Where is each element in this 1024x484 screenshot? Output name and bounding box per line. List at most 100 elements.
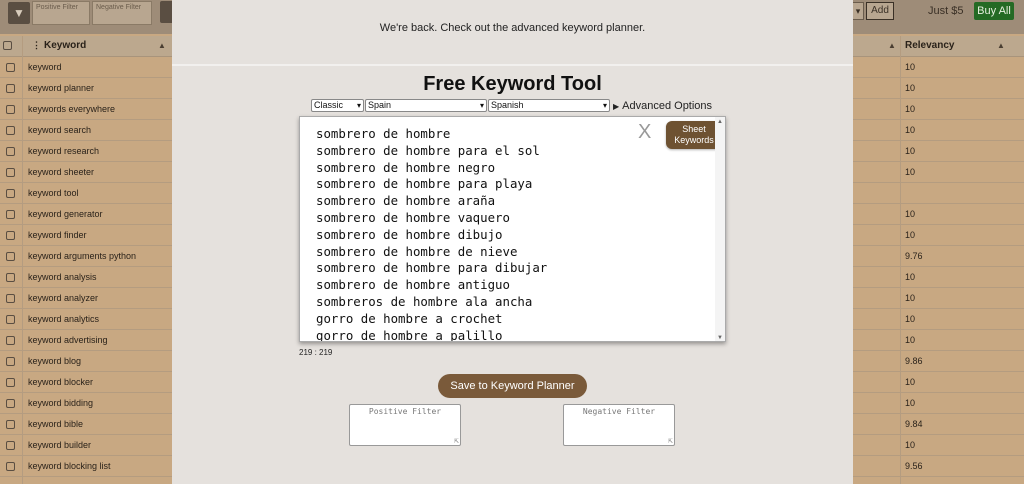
positive-filter-input[interactable]: Positive Filter ⇱ xyxy=(349,404,461,446)
triangle-right-icon: ▶ xyxy=(613,102,620,111)
relevancy-cell: 10 xyxy=(905,314,916,324)
scrollbar[interactable]: ▲ ▼ xyxy=(715,117,725,341)
row-checkbox[interactable] xyxy=(6,63,15,72)
keyword-cell[interactable]: keyword xyxy=(28,62,62,72)
keywords-textarea[interactable]: sombrero de hombre sombrero de hombre par… xyxy=(299,116,726,342)
row-checkbox[interactable] xyxy=(6,378,15,387)
announcement-banner: We're back. Check out the advanced keywo… xyxy=(172,0,853,66)
keyword-line: sombrero de hombre para playa xyxy=(316,176,533,192)
column-header-keyword[interactable]: ⋮ Keyword xyxy=(32,40,86,51)
keyword-cell[interactable]: keyword builder xyxy=(28,440,91,450)
language-select[interactable]: Spanish ▾ xyxy=(488,99,610,112)
relevancy-cell: 10 xyxy=(905,335,916,345)
row-checkbox[interactable] xyxy=(6,294,15,303)
row-checkbox[interactable] xyxy=(6,273,15,282)
scroll-down-icon[interactable]: ▼ xyxy=(717,335,723,341)
chevron-down-icon: ▾ xyxy=(356,101,361,110)
keyword-cell[interactable]: keyword advertising xyxy=(28,335,108,345)
resize-grip-icon[interactable]: ⇱ xyxy=(454,436,459,445)
sort-up-icon[interactable]: ▲ xyxy=(997,41,1005,50)
mode-select-value: Classic xyxy=(314,100,344,110)
keyword-cell[interactable]: keyword blocker xyxy=(28,377,93,387)
sheet-keywords-label-2: Keywords xyxy=(674,135,714,145)
row-checkbox[interactable] xyxy=(6,462,15,471)
row-checkbox[interactable] xyxy=(6,399,15,408)
row-checkbox[interactable] xyxy=(6,189,15,198)
keyword-line: sombrero de hombre negro xyxy=(316,159,496,175)
bg-positive-filter[interactable]: Positive Filter xyxy=(32,1,90,25)
row-checkbox[interactable] xyxy=(6,315,15,324)
relevancy-cell: 10 xyxy=(905,104,916,114)
chevron-down-icon: ▾ xyxy=(602,101,607,110)
relevancy-cell: 10 xyxy=(905,146,916,156)
row-checkbox[interactable] xyxy=(6,252,15,261)
buy-all-button[interactable]: Buy All xyxy=(974,2,1014,20)
close-icon[interactable]: X xyxy=(638,121,651,144)
sheet-keywords-button[interactable]: Sheet Keywords xyxy=(666,121,722,149)
mode-select[interactable]: Classic ▾ xyxy=(311,99,364,112)
bg-chevron-down-icon[interactable]: ▾ xyxy=(852,2,864,20)
row-checkbox[interactable] xyxy=(6,126,15,135)
relevancy-cell: 9.56 xyxy=(905,461,923,471)
sort-up-icon[interactable]: ▲ xyxy=(158,41,166,50)
price-label: Just $5 xyxy=(928,5,964,17)
relevancy-cell: 10 xyxy=(905,167,916,177)
keyword-line: sombrero de hombre dibujo xyxy=(316,226,503,242)
relevancy-cell: 9.84 xyxy=(905,419,923,429)
keyword-cell[interactable]: keyword bidding xyxy=(28,398,93,408)
drag-handle-icon[interactable]: ⋮ xyxy=(32,40,41,50)
relevancy-cell: 10 xyxy=(905,83,916,93)
keyword-tool-modal: We're back. Check out the advanced keywo… xyxy=(172,0,853,484)
scroll-up-icon[interactable]: ▲ xyxy=(717,119,723,125)
keyword-cell[interactable]: keyword tool xyxy=(28,188,79,198)
language-select-value: Spanish xyxy=(491,100,524,110)
keyword-cell[interactable]: keyword search xyxy=(28,125,91,135)
relevancy-cell: 10 xyxy=(905,293,916,303)
negative-filter-placeholder: Negative Filter xyxy=(582,407,656,416)
keyword-line: sombrero de hombre antiguo xyxy=(316,277,510,293)
sort-up-icon[interactable]: ▲ xyxy=(888,41,896,50)
advanced-options-toggle[interactable]: ▶ Advanced Options xyxy=(613,100,712,112)
keyword-cell[interactable]: keyword planner xyxy=(28,83,94,93)
keyword-counter: 219 : 219 xyxy=(299,348,333,357)
row-checkbox[interactable] xyxy=(6,231,15,240)
advanced-options-label: Advanced Options xyxy=(622,100,713,112)
row-checkbox[interactable] xyxy=(6,357,15,366)
column-header-relevancy[interactable]: Relevancy xyxy=(905,40,954,51)
save-to-keyword-planner-button[interactable]: Save to Keyword Planner xyxy=(438,374,587,398)
relevancy-cell: 10 xyxy=(905,62,916,72)
keyword-line: sombrero de hombre vaquero xyxy=(316,209,510,225)
country-select[interactable]: Spain ▾ xyxy=(365,99,487,112)
banner-text[interactable]: We're back. Check out the advanced keywo… xyxy=(172,22,853,34)
keyword-cell[interactable]: keywords everywhere xyxy=(28,104,115,114)
keyword-cell[interactable]: keyword analytics xyxy=(28,314,99,324)
keyword-cell[interactable]: keyword blocking list xyxy=(28,461,111,471)
keyword-cell[interactable]: keyword analysis xyxy=(28,272,97,282)
keyword-cell[interactable]: keyword analyzer xyxy=(28,293,98,303)
keyword-cell[interactable]: keyword research xyxy=(28,146,99,156)
row-checkbox[interactable] xyxy=(6,168,15,177)
row-checkbox[interactable] xyxy=(6,441,15,450)
negative-filter-input[interactable]: Negative Filter ⇱ xyxy=(563,404,675,446)
add-button[interactable]: Add xyxy=(866,2,894,20)
row-checkbox[interactable] xyxy=(6,147,15,156)
row-checkbox[interactable] xyxy=(6,84,15,93)
keyword-cell[interactable]: keyword sheeter xyxy=(28,167,94,177)
select-all-checkbox[interactable] xyxy=(3,41,12,50)
keyword-cell[interactable]: keyword generator xyxy=(28,209,103,219)
row-checkbox[interactable] xyxy=(6,105,15,114)
resize-grip-icon[interactable]: ⇱ xyxy=(668,436,673,445)
relevancy-cell: 10 xyxy=(905,125,916,135)
row-checkbox[interactable] xyxy=(6,420,15,429)
keyword-cell[interactable]: keyword blog xyxy=(28,356,81,366)
keyword-cell[interactable]: keyword arguments python xyxy=(28,251,136,261)
relevancy-cell: 9.76 xyxy=(905,251,923,261)
filter-icon[interactable]: ▼ xyxy=(8,2,30,24)
bg-negative-filter[interactable]: Negative Filter xyxy=(92,1,152,25)
row-checkbox[interactable] xyxy=(6,336,15,345)
relevancy-cell: 10 xyxy=(905,377,916,387)
keyword-cell[interactable]: keyword finder xyxy=(28,230,87,240)
row-checkbox[interactable] xyxy=(6,210,15,219)
keyword-cell[interactable]: keyword bible xyxy=(28,419,83,429)
relevancy-cell: 10 xyxy=(905,272,916,282)
